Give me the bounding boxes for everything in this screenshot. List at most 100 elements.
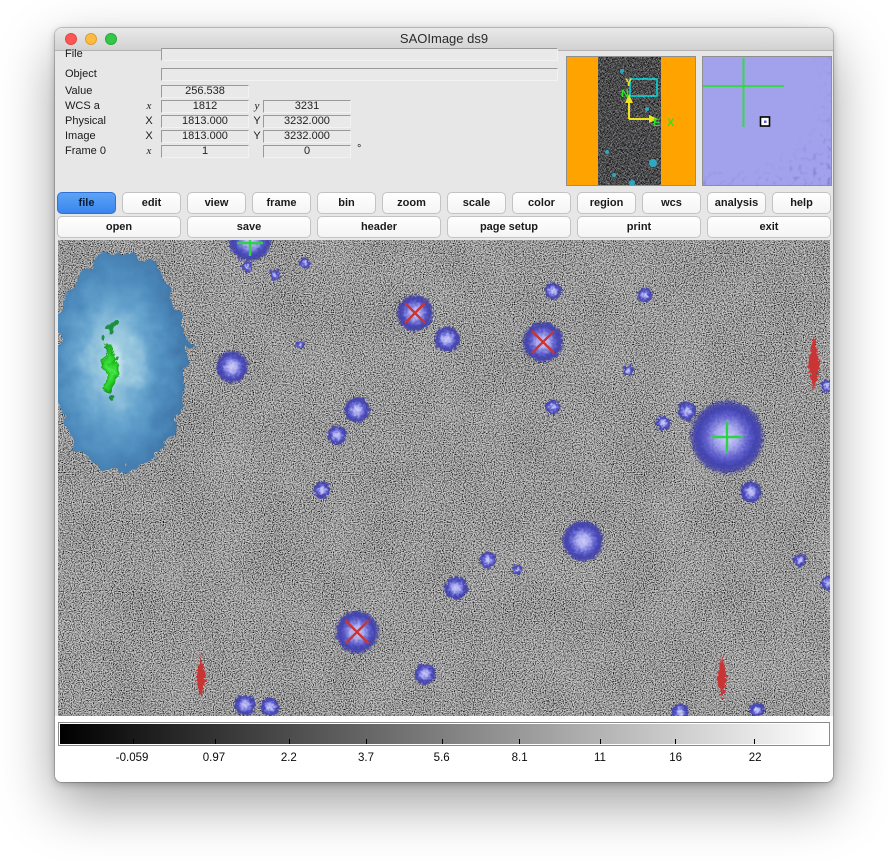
colorbar-gradient (60, 724, 828, 744)
galaxy-blob (58, 252, 186, 472)
star (511, 564, 522, 575)
colorbar-tick-label: 3.7 (358, 752, 374, 764)
galaxy-core (99, 343, 117, 391)
colorbar-zone: -0.0590.972.23.75.68.1111622 (55, 716, 833, 782)
compass-x-label: X (667, 117, 675, 129)
ds9-window: SAOImage ds9 File Object Value 256.538 W… (55, 28, 833, 782)
menu-button-color[interactable]: color (512, 192, 571, 214)
star (215, 350, 249, 384)
galaxy-speckle (103, 334, 109, 340)
image-x-label: X (143, 130, 155, 143)
star (434, 326, 461, 353)
image-label: Image (65, 130, 96, 143)
star (544, 282, 562, 300)
physical-y-field[interactable]: 3232.000 (263, 115, 351, 128)
menu-button-scale[interactable]: scale (447, 192, 506, 214)
menu-button-file[interactable]: file (57, 192, 116, 214)
colorbar-tick (442, 739, 443, 744)
colorbar-tick-label: 5.6 (434, 752, 450, 764)
colorbar-tick (675, 739, 676, 744)
physical-x-field[interactable]: 1813.000 (161, 115, 249, 128)
star (622, 365, 633, 376)
star (299, 257, 310, 268)
menu-button-edit[interactable]: edit (122, 192, 181, 214)
colorbar-tick-label: 8.1 (512, 752, 528, 764)
star (241, 261, 252, 272)
file-button-print[interactable]: print (577, 216, 701, 238)
colorbar-tick (366, 739, 367, 744)
wcs-x-field[interactable]: 1812 (161, 100, 249, 113)
wcs-y-field[interactable]: 3231 (263, 100, 351, 113)
frame-rotate-field[interactable]: 0 (263, 145, 351, 158)
value-field[interactable]: 256.538 (161, 85, 249, 98)
file-button-exit[interactable]: exit (707, 216, 831, 238)
menu-button-view[interactable]: view (187, 192, 246, 214)
menu-button-analysis[interactable]: analysis (707, 192, 766, 214)
menu-button-frame[interactable]: frame (252, 192, 311, 214)
colorbar-tick-label: 2.2 (281, 752, 297, 764)
physical-x-label: X (143, 115, 155, 128)
menu-button-zoom[interactable]: zoom (382, 192, 441, 214)
colorbar-tick (289, 739, 290, 744)
colorbar-tick-label: 11 (594, 752, 606, 764)
file-field[interactable] (161, 48, 558, 61)
star (545, 399, 561, 415)
image-viewer[interactable] (58, 240, 830, 716)
filebar: open save header page setup print exit (57, 216, 831, 238)
menu-button-bin[interactable]: bin (317, 192, 376, 214)
menu-button-wcs[interactable]: wcs (642, 192, 701, 214)
window-title: SAOImage ds9 (55, 31, 833, 46)
star (344, 397, 371, 424)
file-button-page-setup[interactable]: page setup (447, 216, 571, 238)
colorbar-tick (215, 739, 216, 744)
physical-y-label: Y (251, 115, 263, 128)
star (637, 287, 653, 303)
magnifier[interactable] (702, 56, 832, 186)
desktop: SAOImage ds9 File Object Value 256.538 W… (0, 0, 889, 862)
image-y-field[interactable]: 3232.000 (263, 130, 351, 143)
file-button-header[interactable]: header (317, 216, 441, 238)
colorbar-tick (519, 739, 520, 744)
star (444, 576, 469, 601)
colorbar[interactable] (58, 722, 830, 746)
colorbar-tick (600, 739, 601, 744)
star (269, 269, 280, 280)
wcs-y-label: y (251, 100, 263, 113)
star (327, 425, 347, 445)
menu-button-region[interactable]: region (577, 192, 636, 214)
image-y-label: Y (251, 130, 263, 143)
object-label: Object (65, 68, 97, 81)
degree-symbol: ° (357, 143, 361, 155)
star (655, 415, 671, 431)
wcs-label: WCS a (65, 100, 100, 113)
menu-button-help[interactable]: help (772, 192, 831, 214)
colorbar-tick-label: -0.059 (116, 752, 149, 764)
frame-zoom-field[interactable]: 1 (161, 145, 249, 158)
star (313, 481, 331, 499)
object-field[interactable] (161, 68, 558, 81)
star (740, 481, 762, 503)
file-button-save[interactable]: save (187, 216, 311, 238)
colorbar-tick-label: 22 (749, 752, 762, 764)
magnifier-cursor (761, 117, 770, 126)
menubar: file edit view frame binzoom scale color region… (57, 192, 831, 214)
star (562, 520, 605, 563)
star (234, 694, 256, 716)
file-button-open[interactable]: open (57, 216, 181, 238)
physical-label: Physical (65, 115, 106, 128)
star (414, 663, 436, 685)
file-label: File (65, 48, 83, 61)
star (296, 341, 305, 350)
colorbar-tick (133, 739, 134, 744)
galaxy-speckle (105, 397, 111, 403)
galaxy-speckle (106, 324, 114, 332)
value-label: Value (65, 85, 92, 98)
compass-e-label: E (653, 117, 660, 129)
panner[interactable]: Y N E X (566, 56, 696, 186)
star (479, 551, 497, 569)
colorbar-tick (754, 739, 755, 744)
image-x-field[interactable]: 1813.000 (161, 130, 249, 143)
frame-x-label: x (143, 145, 155, 158)
colorbar-tick-label: 0.97 (203, 752, 225, 764)
compass-n-label: N (621, 88, 629, 100)
